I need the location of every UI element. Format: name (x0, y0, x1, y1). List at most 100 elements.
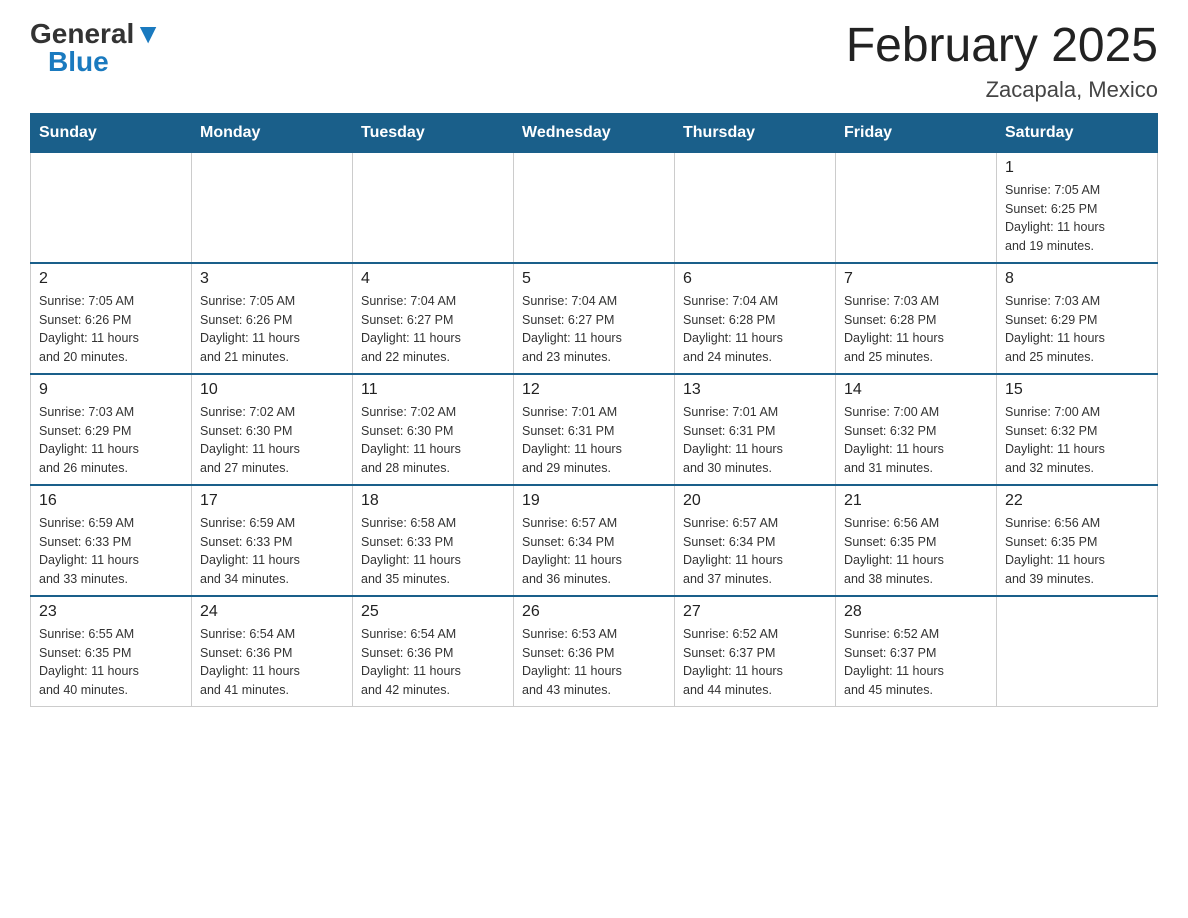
day-number: 13 (683, 381, 827, 399)
day-number: 1 (1005, 159, 1149, 177)
day-info: Sunrise: 6:56 AMSunset: 6:35 PMDaylight:… (1005, 514, 1149, 589)
day-info: Sunrise: 7:00 AMSunset: 6:32 PMDaylight:… (1005, 403, 1149, 478)
calendar-cell: 20 Sunrise: 6:57 AMSunset: 6:34 PMDayligh… (675, 485, 836, 596)
day-number: 6 (683, 270, 827, 288)
calendar-cell: 13 Sunrise: 7:01 AMSunset: 6:31 PMDayligh… (675, 374, 836, 485)
day-info: Sunrise: 7:03 AMSunset: 6:28 PMDaylight:… (844, 292, 988, 367)
logo: General▼ Blue (30, 20, 162, 76)
calendar-week-row: 9 Sunrise: 7:03 AMSunset: 6:29 PMDaylight… (31, 374, 1158, 485)
day-info: Sunrise: 7:00 AMSunset: 6:32 PMDaylight:… (844, 403, 988, 478)
day-number: 24 (200, 603, 344, 621)
location: Zacapala, Mexico (846, 77, 1158, 103)
day-number: 17 (200, 492, 344, 510)
day-number: 18 (361, 492, 505, 510)
day-number: 19 (522, 492, 666, 510)
calendar-week-row: 1 Sunrise: 7:05 AMSunset: 6:25 PMDaylight… (31, 152, 1158, 263)
day-info: Sunrise: 7:05 AMSunset: 6:25 PMDaylight:… (1005, 181, 1149, 256)
day-info: Sunrise: 7:04 AMSunset: 6:27 PMDaylight:… (522, 292, 666, 367)
day-number: 28 (844, 603, 988, 621)
calendar-cell: 2 Sunrise: 7:05 AMSunset: 6:26 PMDaylight… (31, 263, 192, 374)
calendar-cell (353, 152, 514, 263)
weekday-header-thursday: Thursday (675, 113, 836, 152)
day-info: Sunrise: 7:01 AMSunset: 6:31 PMDaylight:… (683, 403, 827, 478)
page-header: General▼ Blue February 2025 Zacapala, Me… (30, 20, 1158, 103)
calendar-cell: 14 Sunrise: 7:00 AMSunset: 6:32 PMDayligh… (836, 374, 997, 485)
calendar-cell: 12 Sunrise: 7:01 AMSunset: 6:31 PMDayligh… (514, 374, 675, 485)
weekday-header-monday: Monday (192, 113, 353, 152)
calendar-cell: 24 Sunrise: 6:54 AMSunset: 6:36 PMDayligh… (192, 596, 353, 707)
day-number: 2 (39, 270, 183, 288)
calendar-cell: 7 Sunrise: 7:03 AMSunset: 6:28 PMDaylight… (836, 263, 997, 374)
calendar-cell: 15 Sunrise: 7:00 AMSunset: 6:32 PMDayligh… (997, 374, 1158, 485)
calendar-cell: 4 Sunrise: 7:04 AMSunset: 6:27 PMDaylight… (353, 263, 514, 374)
day-number: 3 (200, 270, 344, 288)
calendar-week-row: 16 Sunrise: 6:59 AMSunset: 6:33 PMDayligh… (31, 485, 1158, 596)
calendar-cell: 21 Sunrise: 6:56 AMSunset: 6:35 PMDayligh… (836, 485, 997, 596)
day-info: Sunrise: 6:54 AMSunset: 6:36 PMDaylight:… (200, 625, 344, 700)
day-info: Sunrise: 7:02 AMSunset: 6:30 PMDaylight:… (361, 403, 505, 478)
day-info: Sunrise: 7:04 AMSunset: 6:27 PMDaylight:… (361, 292, 505, 367)
day-info: Sunrise: 7:04 AMSunset: 6:28 PMDaylight:… (683, 292, 827, 367)
month-title: February 2025 (846, 20, 1158, 73)
calendar-cell: 3 Sunrise: 7:05 AMSunset: 6:26 PMDaylight… (192, 263, 353, 374)
day-info: Sunrise: 7:03 AMSunset: 6:29 PMDaylight:… (1005, 292, 1149, 367)
day-number: 23 (39, 603, 183, 621)
day-info: Sunrise: 6:55 AMSunset: 6:35 PMDaylight:… (39, 625, 183, 700)
day-info: Sunrise: 6:54 AMSunset: 6:36 PMDaylight:… (361, 625, 505, 700)
day-number: 21 (844, 492, 988, 510)
day-info: Sunrise: 6:58 AMSunset: 6:33 PMDaylight:… (361, 514, 505, 589)
logo-arrow-icon: ▼ (134, 18, 162, 49)
day-info: Sunrise: 6:52 AMSunset: 6:37 PMDaylight:… (683, 625, 827, 700)
calendar-cell (31, 152, 192, 263)
day-number: 22 (1005, 492, 1149, 510)
day-info: Sunrise: 7:05 AMSunset: 6:26 PMDaylight:… (39, 292, 183, 367)
title-block: February 2025 Zacapala, Mexico (846, 20, 1158, 103)
calendar-cell: 16Sunrise: 6:59 AMSunset: 6:33 PMDayligh… (31, 485, 192, 596)
calendar-cell: 27 Sunrise: 6:52 AMSunset: 6:37 PMDayligh… (675, 596, 836, 707)
day-info: Sunrise: 7:03 AMSunset: 6:29 PMDaylight:… (39, 403, 183, 478)
day-number: 9 (39, 381, 183, 399)
day-info: Sunrise: 6:57 AMSunset: 6:34 PMDaylight:… (522, 514, 666, 589)
day-info: Sunrise: 7:02 AMSunset: 6:30 PMDaylight:… (200, 403, 344, 478)
weekday-header-saturday: Saturday (997, 113, 1158, 152)
weekday-header-sunday: Sunday (31, 113, 192, 152)
day-info: Sunrise: 7:01 AMSunset: 6:31 PMDaylight:… (522, 403, 666, 478)
calendar-cell: 28 Sunrise: 6:52 AMSunset: 6:37 PMDayligh… (836, 596, 997, 707)
day-number: 25 (361, 603, 505, 621)
calendar-cell: 8 Sunrise: 7:03 AMSunset: 6:29 PMDaylight… (997, 263, 1158, 374)
day-info: Sunrise: 7:05 AMSunset: 6:26 PMDaylight:… (200, 292, 344, 367)
day-number: 20 (683, 492, 827, 510)
day-number: 27 (683, 603, 827, 621)
calendar-week-row: 23 Sunrise: 6:55 AMSunset: 6:35 PMDayligh… (31, 596, 1158, 707)
day-info: Sunrise: 6:56 AMSunset: 6:35 PMDaylight:… (844, 514, 988, 589)
calendar-cell: 17 Sunrise: 6:59 AMSunset: 6:33 PMDayligh… (192, 485, 353, 596)
calendar-cell: 1 Sunrise: 7:05 AMSunset: 6:25 PMDaylight… (997, 152, 1158, 263)
day-number: 4 (361, 270, 505, 288)
day-number: 15 (1005, 381, 1149, 399)
day-info: Sunrise: 6:52 AMSunset: 6:37 PMDaylight:… (844, 625, 988, 700)
calendar-cell: 25 Sunrise: 6:54 AMSunset: 6:36 PMDayligh… (353, 596, 514, 707)
day-number: 12 (522, 381, 666, 399)
weekday-header-wednesday: Wednesday (514, 113, 675, 152)
day-number: 14 (844, 381, 988, 399)
calendar-cell (192, 152, 353, 263)
day-number: 26 (522, 603, 666, 621)
calendar-cell: 5Sunrise: 7:04 AMSunset: 6:27 PMDaylight… (514, 263, 675, 374)
calendar-cell (836, 152, 997, 263)
calendar-cell (514, 152, 675, 263)
day-number: 10 (200, 381, 344, 399)
day-info: Sunrise: 6:53 AMSunset: 6:36 PMDaylight:… (522, 625, 666, 700)
calendar-table: SundayMondayTuesdayWednesdayThursdayFrid… (30, 113, 1158, 707)
day-info: Sunrise: 6:59 AMSunset: 6:33 PMDaylight:… (200, 514, 344, 589)
calendar-cell: 9 Sunrise: 7:03 AMSunset: 6:29 PMDaylight… (31, 374, 192, 485)
calendar-cell: 10 Sunrise: 7:02 AMSunset: 6:30 PMDayligh… (192, 374, 353, 485)
weekday-header-friday: Friday (836, 113, 997, 152)
calendar-cell: 11Sunrise: 7:02 AMSunset: 6:30 PMDayligh… (353, 374, 514, 485)
day-number: 8 (1005, 270, 1149, 288)
weekday-header-row: SundayMondayTuesdayWednesdayThursdayFrid… (31, 113, 1158, 152)
day-number: 16 (39, 492, 183, 510)
calendar-cell: 22 Sunrise: 6:56 AMSunset: 6:35 PMDayligh… (997, 485, 1158, 596)
calendar-cell: 6 Sunrise: 7:04 AMSunset: 6:28 PMDaylight… (675, 263, 836, 374)
day-number: 7 (844, 270, 988, 288)
day-info: Sunrise: 6:57 AMSunset: 6:34 PMDaylight:… (683, 514, 827, 589)
